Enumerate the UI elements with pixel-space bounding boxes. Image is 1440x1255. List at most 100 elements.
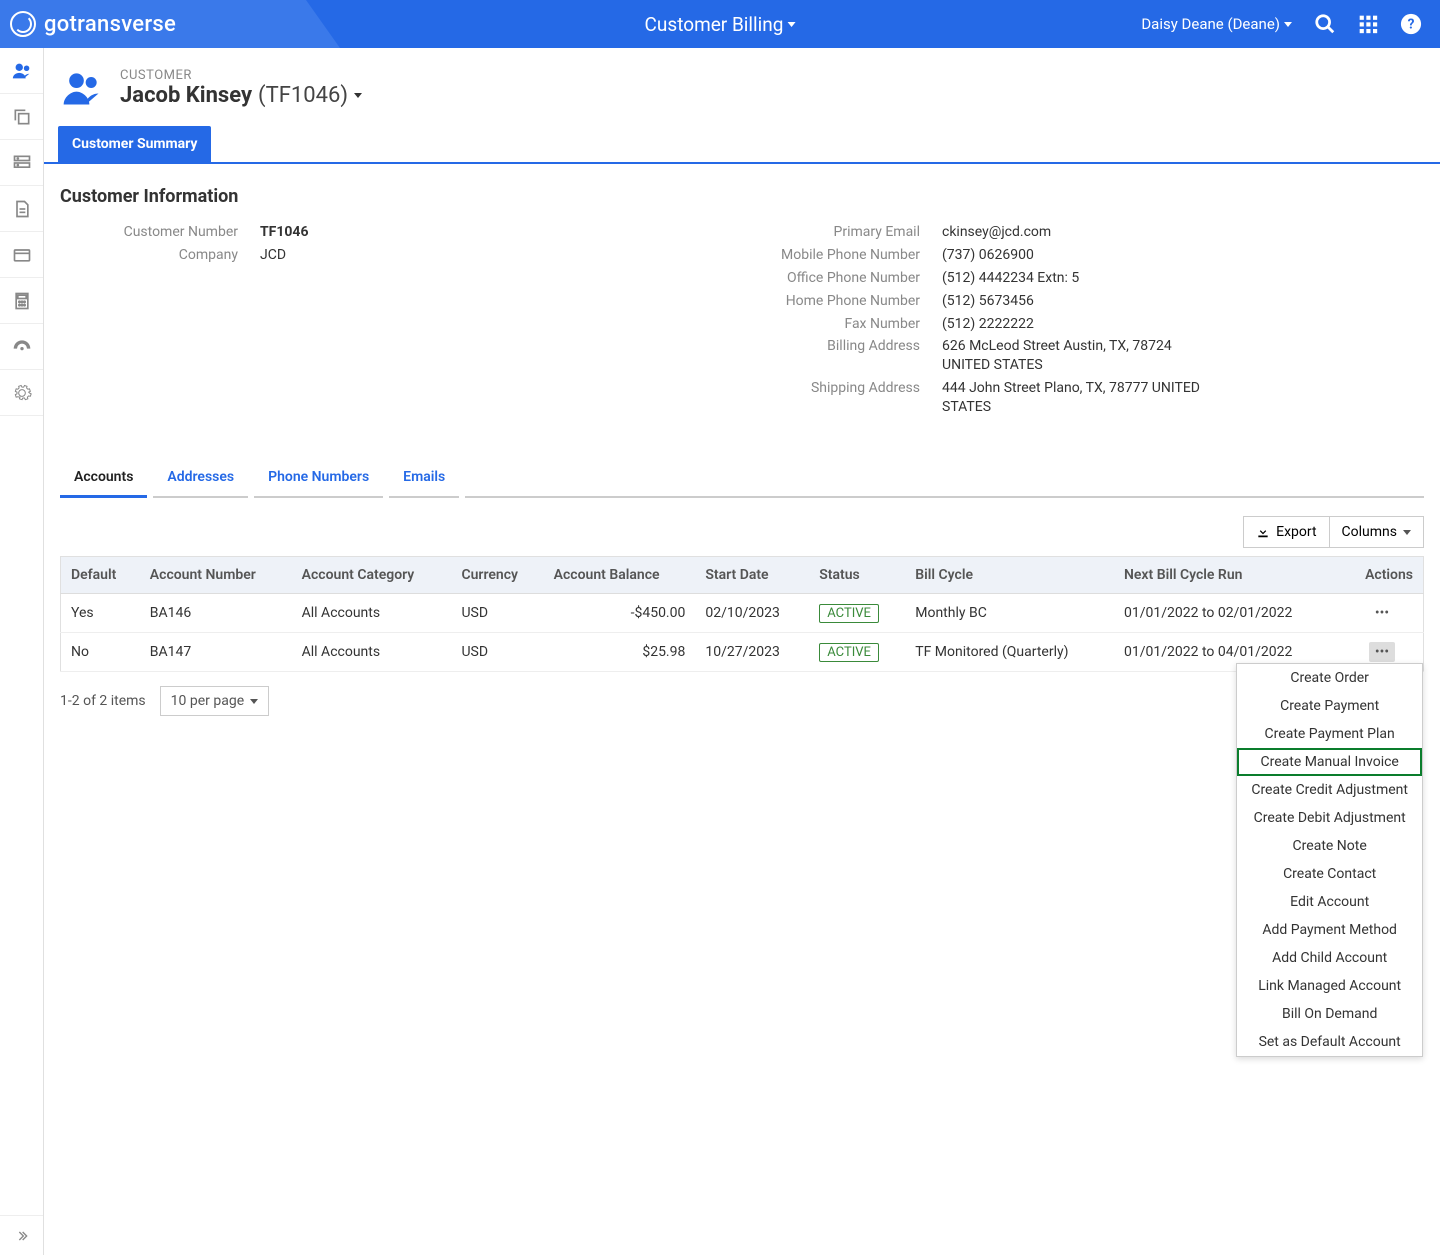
info-row: Office Phone Number(512) 4442234 Extn: 5 — [742, 267, 1424, 290]
col-header[interactable]: Bill Cycle — [905, 557, 1114, 594]
cell: USD — [451, 594, 543, 633]
info-value: TF1046 — [260, 223, 309, 242]
status-badge: ACTIVE — [819, 604, 879, 623]
sidebar-item-document[interactable] — [0, 186, 43, 232]
info-value: JCD — [260, 246, 286, 265]
menu-item-create-credit-adjustment[interactable]: Create Credit Adjustment — [1237, 776, 1422, 804]
page-title-dropdown[interactable]: Jacob Kinsey (TF1046) — [120, 83, 362, 108]
caret-down-icon — [1284, 22, 1292, 27]
cell-actions: •••Create OrderCreate PaymentCreate Paym… — [1341, 633, 1424, 672]
cell-status: ACTIVE — [809, 633, 905, 672]
col-header[interactable]: Default — [61, 557, 140, 594]
sidebar — [0, 48, 44, 1255]
menu-item-bill-on-demand[interactable]: Bill On Demand — [1237, 1000, 1422, 1028]
logo-icon — [10, 11, 36, 37]
cell: 10/27/2023 — [695, 633, 809, 672]
brand[interactable]: gotransverse — [0, 11, 176, 37]
topbar-right: Daisy Deane (Deane) ? — [1141, 13, 1440, 35]
cell: 02/10/2023 — [695, 594, 809, 633]
sidebar-expand[interactable] — [0, 1215, 43, 1255]
main-content: CUSTOMER Jacob Kinsey (TF1046) Customer … — [44, 48, 1440, 1255]
menu-item-create-manual-invoice[interactable]: Create Manual Invoice — [1237, 748, 1422, 776]
svg-text:?: ? — [1408, 17, 1415, 33]
info-row: Shipping Address444 John Street Plano, T… — [742, 377, 1424, 419]
cell: No — [61, 633, 140, 672]
info-label: Fax Number — [742, 315, 942, 334]
table-row: YesBA146All AccountsUSD-$450.0002/10/202… — [61, 594, 1424, 633]
info-row: Mobile Phone Number(737) 0626900 — [742, 244, 1424, 267]
app-title-dropdown[interactable]: Customer Billing — [645, 13, 796, 36]
caret-down-icon — [250, 699, 258, 704]
menu-item-edit-account[interactable]: Edit Account — [1237, 888, 1422, 916]
sidebar-item-card[interactable] — [0, 232, 43, 278]
caret-down-icon — [354, 93, 362, 98]
subtab-emails[interactable]: Emails — [389, 459, 459, 498]
subtabs-spacer — [465, 459, 1424, 498]
download-icon — [1256, 525, 1270, 539]
menu-item-add-payment-method[interactable]: Add Payment Method — [1237, 916, 1422, 944]
pager: 1-2 of 2 items 10 per page — [44, 672, 1440, 730]
col-header[interactable]: Account Category — [292, 557, 452, 594]
info-value: (512) 4442234 Extn: 5 — [942, 269, 1079, 288]
menu-item-create-note[interactable]: Create Note — [1237, 832, 1422, 860]
cell: All Accounts — [292, 633, 452, 672]
info-label: Customer Number — [60, 223, 260, 242]
col-header[interactable]: Account Balance — [544, 557, 696, 594]
search-icon[interactable] — [1314, 13, 1336, 35]
export-label: Export — [1276, 524, 1316, 540]
sidebar-item-calculator[interactable] — [0, 278, 43, 324]
col-header[interactable]: Account Number — [140, 557, 292, 594]
subtab-accounts[interactable]: Accounts — [60, 459, 147, 498]
info-row: Billing Address626 McLeod Street Austin,… — [742, 335, 1424, 377]
info-row: Fax Number(512) 2222222 — [742, 313, 1424, 336]
cell: BA147 — [140, 633, 292, 672]
tab-customer-summary[interactable]: Customer Summary — [58, 126, 211, 162]
sidebar-item-dashboard[interactable] — [0, 324, 43, 370]
menu-item-create-payment[interactable]: Create Payment — [1237, 692, 1422, 720]
section-heading: Customer Information — [60, 186, 1424, 207]
per-page-select[interactable]: 10 per page — [160, 686, 269, 716]
subtab-addresses[interactable]: Addresses — [153, 459, 248, 498]
subtabs: AccountsAddressesPhone NumbersEmails — [44, 459, 1440, 498]
sidebar-item-copy[interactable] — [0, 94, 43, 140]
columns-button[interactable]: Columns — [1329, 516, 1424, 548]
menu-item-create-contact[interactable]: Create Contact — [1237, 860, 1422, 888]
sidebar-item-settings[interactable] — [0, 370, 43, 416]
menu-item-set-as-default-account[interactable]: Set as Default Account — [1237, 1028, 1422, 1056]
col-header[interactable]: Actions — [1341, 557, 1424, 594]
user-menu[interactable]: Daisy Deane (Deane) — [1141, 15, 1292, 33]
info-value: 444 John Street Plano, TX, 78777 UNITED … — [942, 379, 1202, 417]
apps-grid-icon[interactable] — [1358, 14, 1378, 34]
cell: Monthly BC — [905, 594, 1114, 633]
menu-item-create-debit-adjustment[interactable]: Create Debit Adjustment — [1237, 804, 1422, 832]
accounts-table: DefaultAccount NumberAccount CategoryCur… — [60, 556, 1424, 672]
customer-name: Jacob Kinsey — [120, 83, 252, 108]
menu-item-add-child-account[interactable]: Add Child Account — [1237, 944, 1422, 972]
menu-item-link-managed-account[interactable]: Link Managed Account — [1237, 972, 1422, 1000]
info-row: Customer NumberTF1046 — [60, 221, 742, 244]
help-icon[interactable]: ? — [1400, 13, 1422, 35]
info-label: Billing Address — [742, 337, 942, 375]
export-button[interactable]: Export — [1243, 516, 1329, 548]
caret-down-icon — [1403, 530, 1411, 535]
menu-item-create-order[interactable]: Create Order — [1237, 664, 1422, 692]
col-header[interactable]: Next Bill Cycle Run — [1114, 557, 1341, 594]
status-badge: ACTIVE — [819, 643, 879, 662]
customer-code: (TF1046) — [258, 83, 348, 108]
sidebar-item-server[interactable] — [0, 140, 43, 186]
info-value: (512) 2222222 — [942, 315, 1034, 334]
info-value: (512) 5673456 — [942, 292, 1034, 311]
row-actions-button[interactable]: ••• — [1369, 642, 1395, 662]
row-actions-button[interactable]: ••• — [1369, 603, 1395, 623]
menu-item-create-payment-plan[interactable]: Create Payment Plan — [1237, 720, 1422, 748]
col-header[interactable]: Status — [809, 557, 905, 594]
eyebrow: CUSTOMER — [120, 68, 362, 83]
info-label: Home Phone Number — [742, 292, 942, 311]
table-toolbar: Export Columns — [44, 498, 1440, 556]
subtab-phone-numbers[interactable]: Phone Numbers — [254, 459, 383, 498]
sidebar-item-customers[interactable] — [0, 48, 43, 94]
customer-info-section: Customer Information Customer NumberTF10… — [44, 164, 1440, 429]
table-row: NoBA147All AccountsUSD$25.9810/27/2023AC… — [61, 633, 1424, 672]
col-header[interactable]: Start Date — [695, 557, 809, 594]
col-header[interactable]: Currency — [451, 557, 543, 594]
